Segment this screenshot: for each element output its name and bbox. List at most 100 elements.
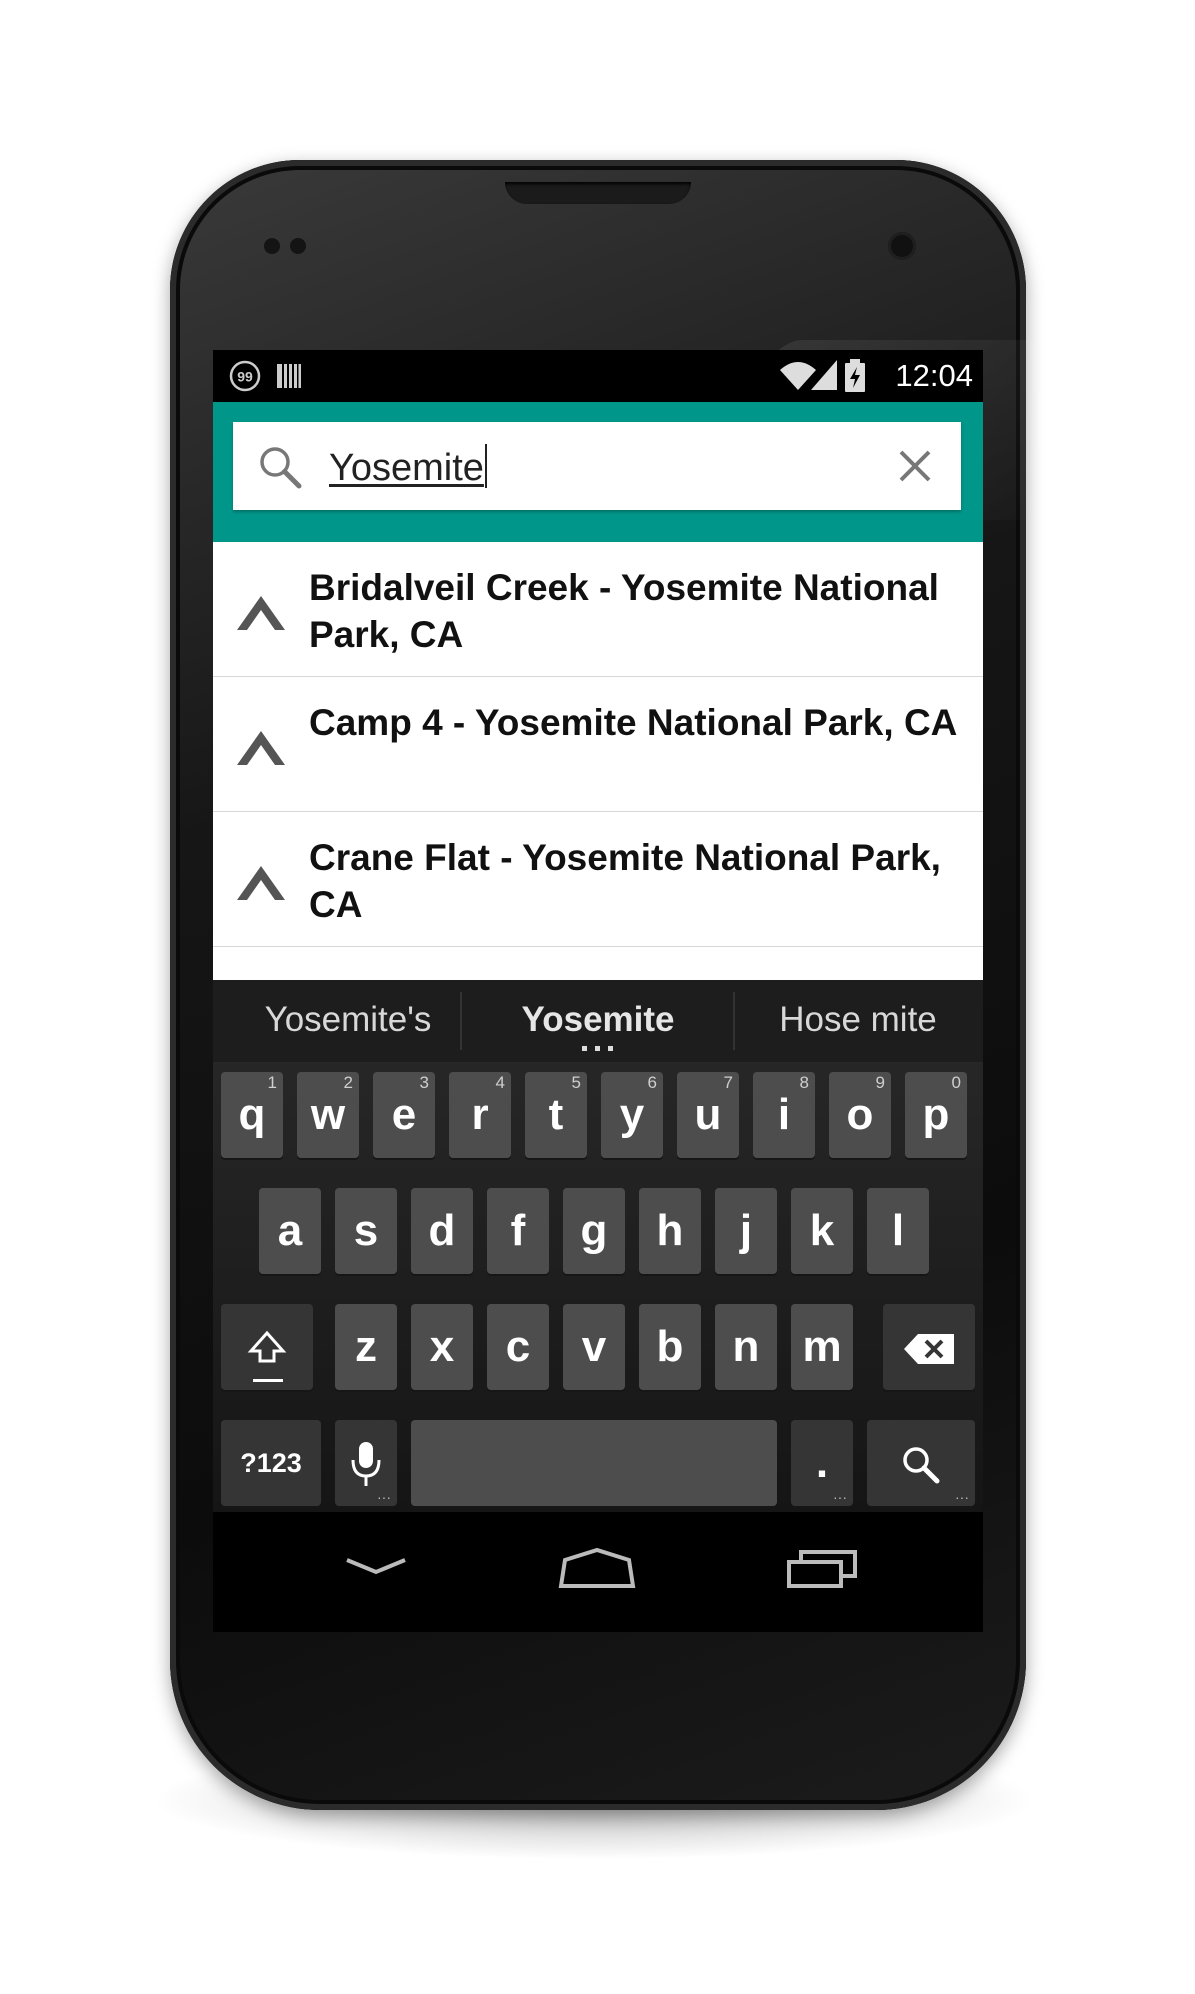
period-key[interactable]: . ··· <box>791 1420 853 1506</box>
search-results-list: Bridalveil Creek - Yosemite National Par… <box>213 542 983 980</box>
key-y[interactable]: y6 <box>601 1072 663 1158</box>
suggestion-divider <box>460 992 462 1050</box>
shift-key[interactable] <box>221 1304 313 1390</box>
proximity-sensor <box>264 238 280 254</box>
mic-key[interactable]: ··· <box>335 1420 397 1506</box>
shift-indicator <box>253 1379 283 1382</box>
tent-icon <box>237 731 285 765</box>
key-v[interactable]: v <box>563 1304 625 1390</box>
barcode-icon <box>277 364 301 388</box>
key-n[interactable]: n <box>715 1304 777 1390</box>
key-label: u <box>694 1090 722 1139</box>
key-hint: 7 <box>723 1073 733 1092</box>
key-d[interactable]: d <box>411 1188 473 1274</box>
navigation-bar <box>213 1512 983 1632</box>
key-o[interactable]: o9 <box>829 1072 891 1158</box>
key-z[interactable]: z <box>335 1304 397 1390</box>
suggestion-strip: Yosemite's Yosemite Hose mite <box>213 980 983 1062</box>
result-label: Crane Flat - Yosemite National Park, CA <box>309 837 941 925</box>
key-label: t <box>548 1090 564 1139</box>
key-label: w <box>310 1090 346 1139</box>
key-label: q <box>238 1090 266 1139</box>
more-suggestions-icon <box>582 1046 613 1051</box>
signal-icon <box>811 360 837 390</box>
list-item[interactable]: Crane Flat - Yosemite National Park, CA <box>213 812 983 947</box>
key-label: p <box>922 1090 950 1139</box>
key-hint: 2 <box>343 1073 353 1092</box>
key-c[interactable]: c <box>487 1304 549 1390</box>
key-hint: 6 <box>647 1073 657 1092</box>
svg-text:99: 99 <box>237 369 253 385</box>
key-label: y <box>619 1090 645 1139</box>
tent-icon <box>237 866 285 900</box>
key-b[interactable]: b <box>639 1304 701 1390</box>
list-item[interactable]: Camp 4 - Yosemite National Park, CA <box>213 677 983 812</box>
search-header: Yosemite <box>213 402 983 542</box>
notification-99-icon: 99 <box>229 360 261 392</box>
key-i[interactable]: i8 <box>753 1072 815 1158</box>
front-camera <box>888 232 916 260</box>
key-h[interactable]: h <box>639 1188 701 1274</box>
key-hint: 0 <box>951 1073 961 1092</box>
symbols-key[interactable]: ?123 <box>221 1420 321 1506</box>
key-hint: 5 <box>571 1073 581 1092</box>
key-hint: 4 <box>495 1073 505 1092</box>
key-label: r <box>471 1090 489 1139</box>
key-label: o <box>846 1090 874 1139</box>
tent-icon <box>237 596 285 630</box>
home-icon[interactable] <box>557 1546 637 1590</box>
key-l[interactable]: l <box>867 1188 929 1274</box>
key-j[interactable]: j <box>715 1188 777 1274</box>
more-options-dots: ··· <box>377 1489 391 1505</box>
status-time: 12:04 <box>895 358 973 393</box>
key-f[interactable]: f <box>487 1188 549 1274</box>
result-label: Camp 4 - Yosemite National Park, CA <box>309 702 958 743</box>
key-t[interactable]: t5 <box>525 1072 587 1158</box>
space-key[interactable] <box>411 1420 777 1506</box>
backspace-key[interactable] <box>883 1304 975 1390</box>
shift-icon <box>247 1331 287 1363</box>
key-label: . <box>815 1438 829 1487</box>
key-a[interactable]: a <box>259 1188 321 1274</box>
suggestion-center[interactable]: Yosemite <box>473 1000 723 1040</box>
key-label: e <box>391 1090 417 1139</box>
suggestion-divider <box>733 992 735 1050</box>
search-input[interactable]: Yosemite <box>329 444 487 490</box>
search-query-text: Yosemite <box>329 447 484 489</box>
search-icon <box>903 1447 940 1484</box>
mic-icon <box>351 1442 381 1487</box>
back-chevron-icon[interactable] <box>343 1546 409 1586</box>
key-k[interactable]: k <box>791 1188 853 1274</box>
backspace-icon <box>904 1334 954 1365</box>
earpiece-speaker <box>505 182 691 204</box>
result-label: Bridalveil Creek - Yosemite National Par… <box>309 567 939 655</box>
key-hint: 3 <box>419 1073 429 1092</box>
key-w[interactable]: w2 <box>297 1072 359 1158</box>
key-m[interactable]: m <box>791 1304 853 1390</box>
key-hint: 1 <box>267 1073 277 1092</box>
suggestion-left[interactable]: Yosemite's <box>233 1000 463 1040</box>
text-cursor <box>484 444 487 488</box>
search-key[interactable]: ··· <box>867 1420 975 1506</box>
key-label: i <box>777 1090 791 1139</box>
battery-charging-icon <box>845 359 865 392</box>
key-e[interactable]: e3 <box>373 1072 435 1158</box>
key-x[interactable]: x <box>411 1304 473 1390</box>
status-bar: 99 12:04 <box>213 350 983 402</box>
suggestion-right[interactable]: Hose mite <box>748 1000 968 1040</box>
list-item[interactable]: Bridalveil Creek - Yosemite National Par… <box>213 542 983 677</box>
soft-keyboard: Yosemite's Yosemite Hose mite q1 w2 e3 r… <box>213 980 983 1512</box>
light-sensor <box>290 238 306 254</box>
key-hint: 9 <box>875 1073 885 1092</box>
key-r[interactable]: r4 <box>449 1072 511 1158</box>
close-icon[interactable] <box>891 442 939 490</box>
key-p[interactable]: p0 <box>905 1072 967 1158</box>
key-s[interactable]: s <box>335 1188 397 1274</box>
more-options-dots: ··· <box>833 1489 847 1505</box>
recents-icon[interactable] <box>785 1546 865 1590</box>
key-q[interactable]: q1 <box>221 1072 283 1158</box>
key-hint: 8 <box>799 1073 809 1092</box>
search-box[interactable]: Yosemite <box>233 422 961 510</box>
key-g[interactable]: g <box>563 1188 625 1274</box>
key-u[interactable]: u7 <box>677 1072 739 1158</box>
